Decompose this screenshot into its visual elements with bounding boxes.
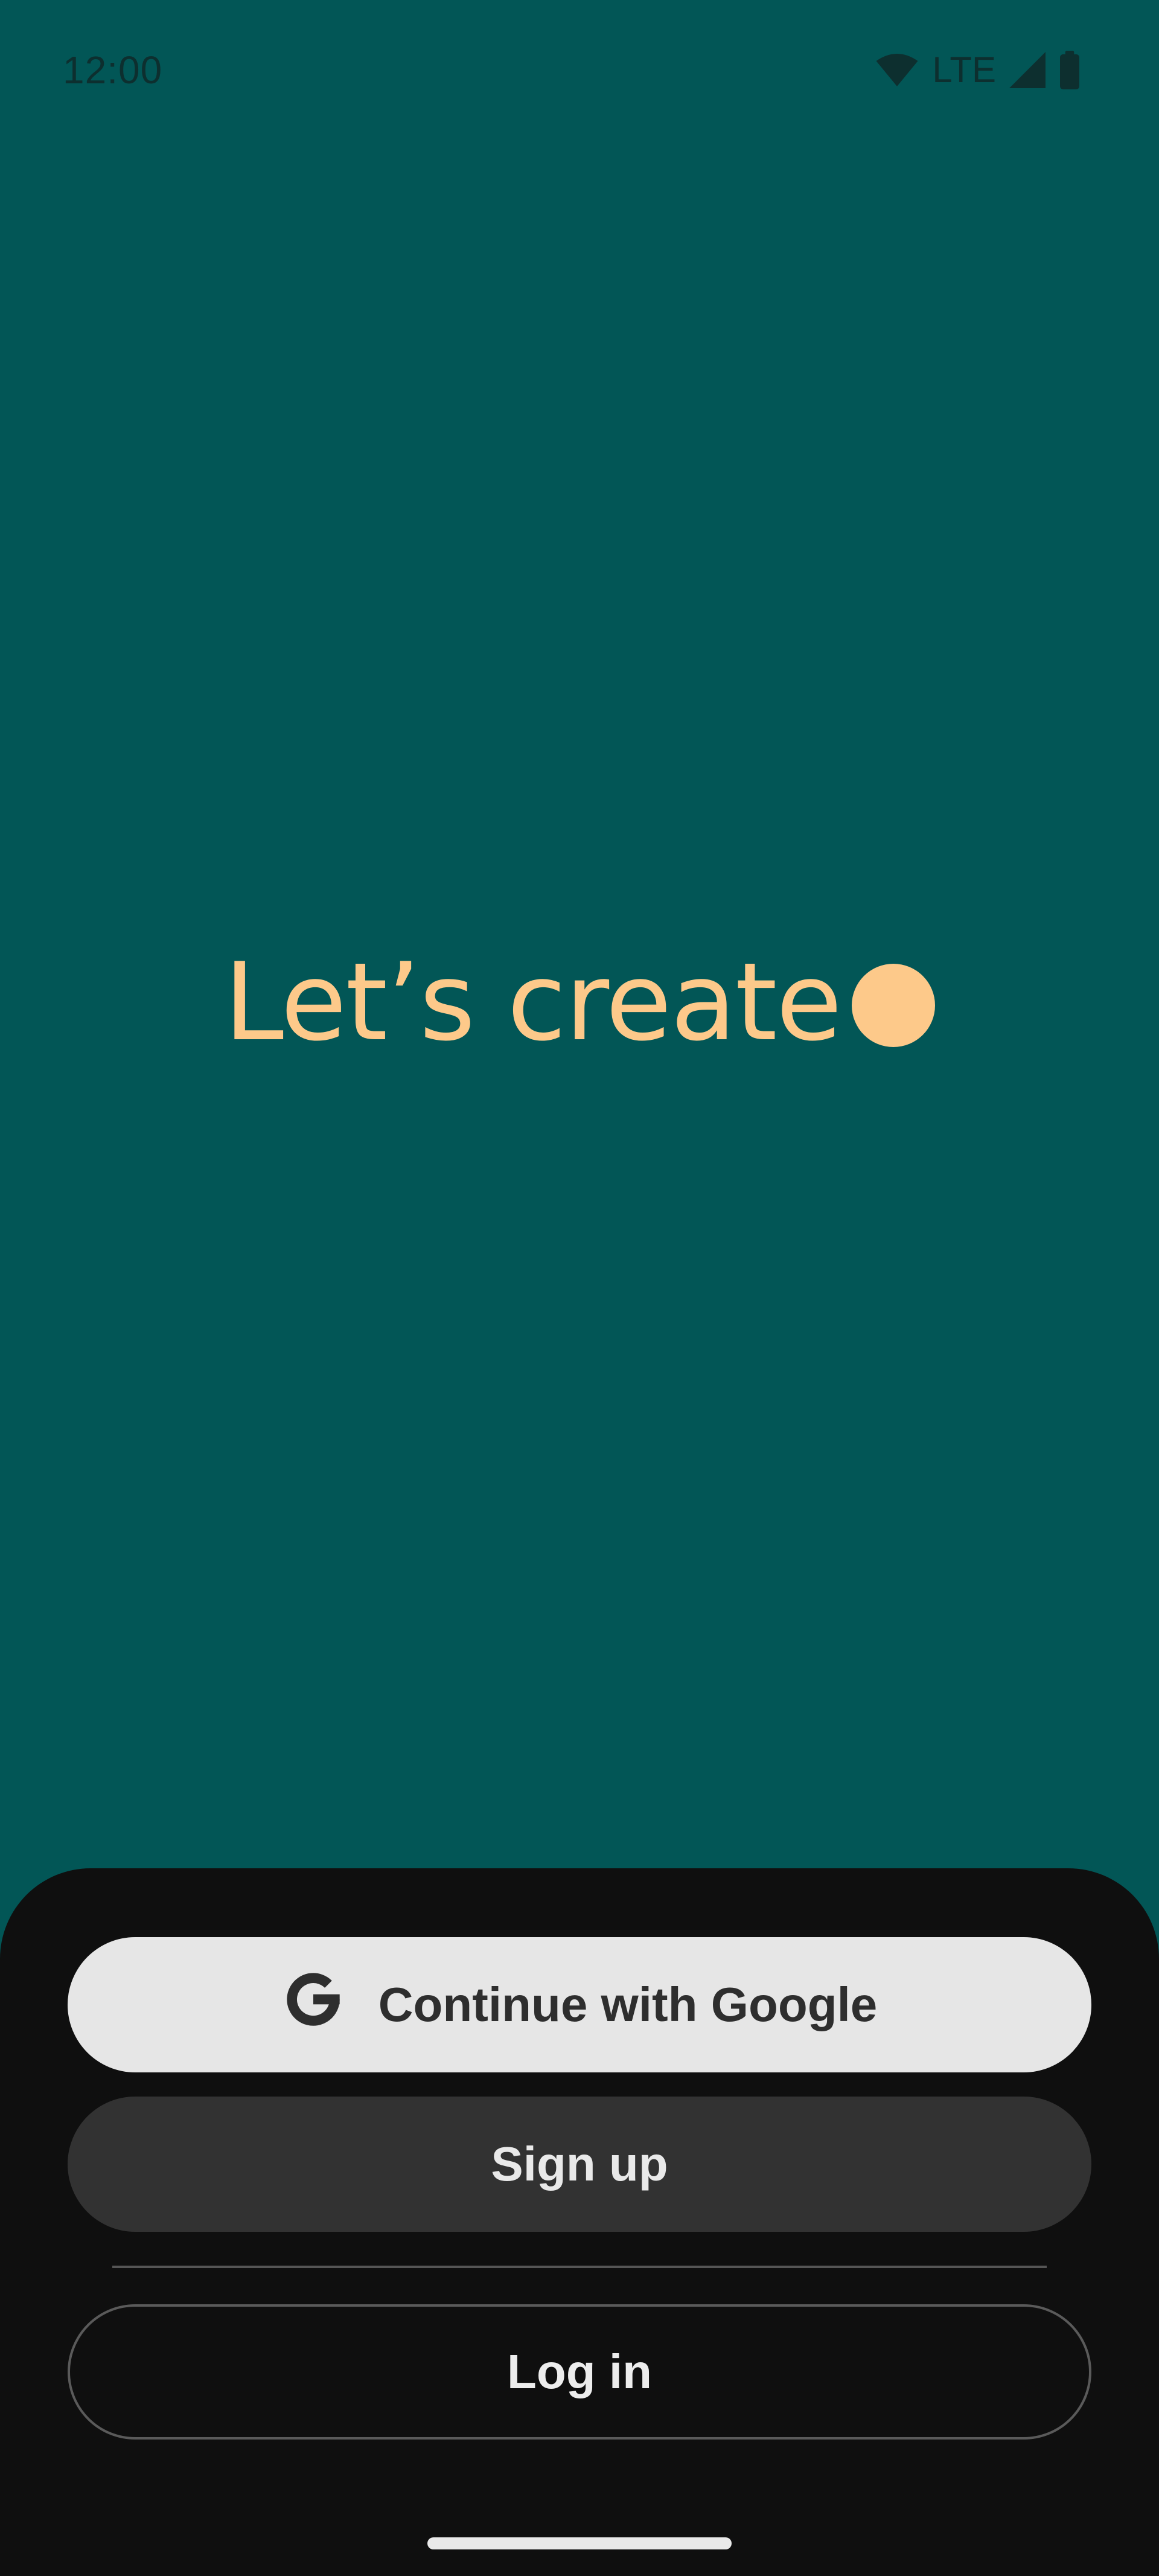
cellular-signal-icon bbox=[1009, 52, 1046, 88]
hero-dot-icon bbox=[852, 964, 936, 1047]
log-in-button[interactable]: Log in bbox=[68, 2304, 1091, 2440]
google-icon bbox=[282, 1968, 345, 2042]
status-icons: LTE bbox=[875, 51, 1081, 89]
auth-bottom-sheet: Continue with Google Sign up Log in bbox=[0, 1868, 1159, 2576]
status-time: 12:00 bbox=[63, 48, 163, 92]
hero: Let’s create bbox=[0, 942, 1159, 1063]
log-in-label: Log in bbox=[507, 2345, 652, 2398]
welcome-screen: 12:00 LTE Let’s create Continue with Goo… bbox=[0, 0, 1159, 2576]
sign-up-label: Sign up bbox=[491, 2137, 668, 2191]
status-bar: 12:00 LTE bbox=[0, 0, 1159, 139]
divider bbox=[112, 2266, 1047, 2268]
continue-with-google-label: Continue with Google bbox=[378, 1978, 878, 2031]
wifi-icon bbox=[875, 52, 919, 88]
network-type-label: LTE bbox=[932, 50, 996, 90]
continue-with-google-button[interactable]: Continue with Google bbox=[68, 1937, 1091, 2072]
home-indicator[interactable] bbox=[427, 2537, 732, 2549]
hero-title: Let’s create bbox=[223, 940, 842, 1065]
battery-icon bbox=[1059, 51, 1081, 89]
sign-up-button[interactable]: Sign up bbox=[68, 2097, 1091, 2232]
